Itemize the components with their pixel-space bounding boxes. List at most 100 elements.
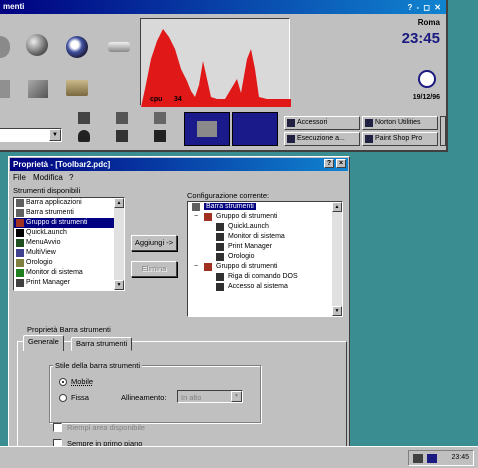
alignment-select[interactable]: In alto ▼ <box>177 390 243 403</box>
remove-button[interactable]: Elimina <box>131 261 177 277</box>
list-item[interactable]: Barra applicazioni <box>14 198 124 208</box>
taskbar-clock[interactable]: 23:45 <box>451 454 469 461</box>
tree-item-label: Riga di comando DOS <box>228 273 298 280</box>
check-icon <box>16 229 24 237</box>
radio-mobile[interactable] <box>59 378 67 386</box>
list-item[interactable]: Gruppo di strumenti <box>14 218 124 228</box>
dialog-title: Proprietà - [Toolbar2.pdc] <box>13 160 111 169</box>
list-item-label: Barra strumenti <box>26 209 74 216</box>
keyboard-icon[interactable] <box>116 130 128 142</box>
cpu-usage-area <box>141 29 291 107</box>
desktop-preview-2[interactable] <box>232 112 278 146</box>
system-tray: 23:45 <box>408 450 474 466</box>
joystick-icon[interactable] <box>154 112 166 124</box>
tree-item[interactable]: Print Manager <box>188 242 342 252</box>
dock-button-norton[interactable]: Norton Utilities <box>362 116 438 130</box>
dock-scroll-arrows[interactable] <box>440 116 446 146</box>
scroll-up-icon[interactable]: ▲ <box>332 202 342 212</box>
tree-item[interactable]: − Gruppo di strumenti <box>188 262 342 272</box>
tab-generale[interactable]: Generale <box>23 335 64 351</box>
book-icon[interactable] <box>154 130 166 142</box>
list-item-label: Monitor di sistema <box>26 269 83 276</box>
add-button[interactable]: Aggiungi -> <box>131 235 177 251</box>
scroll-down-icon[interactable]: ▼ <box>114 280 124 290</box>
printer-icon[interactable] <box>78 112 90 124</box>
list-item[interactable]: Barra strumenti <box>14 208 124 218</box>
globe-icon[interactable] <box>26 34 48 56</box>
toolbar-dropdown[interactable]: ▼ <box>0 128 62 142</box>
dock-button-accessori[interactable]: Accessori <box>284 116 360 130</box>
current-config-tree[interactable]: Barra strumenti − Gruppo di strumenti Quick… <box>187 201 343 317</box>
list-item[interactable]: Monitor di sistema <box>14 268 124 278</box>
menu-file[interactable]: File <box>13 173 26 182</box>
tool-icon <box>216 273 224 281</box>
app-icon-box[interactable] <box>0 80 10 98</box>
list-item[interactable]: Print Manager <box>14 278 124 288</box>
clock-city: Roma <box>417 18 440 27</box>
toolbar-title-bar[interactable]: menti ? - ◻ ✕ <box>0 0 446 14</box>
tree-item[interactable]: Riga di comando DOS <box>188 272 342 282</box>
help-button[interactable]: ? <box>324 159 334 168</box>
tree-item[interactable]: Orologio <box>188 252 342 262</box>
available-tools-list[interactable]: Barra applicazioni Barra strumenti Gruppo … <box>13 197 125 291</box>
scroll-down-icon[interactable]: ▼ <box>332 306 342 316</box>
tab-barra-strumenti[interactable]: Barra strumenti <box>71 337 133 351</box>
properties-section-label: Proprietà Barra strumenti <box>27 325 111 334</box>
bell-icon[interactable] <box>78 130 90 142</box>
briefcase-icon[interactable] <box>66 80 88 96</box>
network-tray-icon[interactable] <box>413 454 423 463</box>
list-item[interactable]: MenuAvvio <box>14 238 124 248</box>
tool-icon <box>216 283 224 291</box>
scroll-up-icon[interactable]: ▲ <box>114 198 124 208</box>
chevron-down-icon[interactable]: ▼ <box>231 391 242 402</box>
cpu-value: 34 <box>174 96 182 103</box>
scrollbar[interactable]: ▲ ▼ <box>114 198 124 290</box>
monitor-tray-icon[interactable] <box>427 454 437 463</box>
tree-item[interactable]: − Gruppo di strumenti <box>188 212 342 222</box>
scrollbar[interactable]: ▲ ▼ <box>332 202 342 316</box>
drive-icon[interactable] <box>108 42 130 52</box>
check-riempi-label[interactable]: Riempi area disponibile <box>67 423 145 432</box>
available-tools-label: Strumenti disponibili <box>13 186 81 195</box>
list-item-label: Print Manager <box>26 279 70 286</box>
toolbar-window: menti ? - ◻ ✕ cpu 34 Roma 23:45 19/12/96… <box>0 0 448 152</box>
collapse-toggle-icon[interactable]: − <box>194 212 198 222</box>
tree-item[interactable]: Monitor di sistema <box>188 232 342 242</box>
check-riempi[interactable] <box>53 423 62 432</box>
monitor-icon <box>16 269 24 277</box>
network-icon[interactable] <box>28 80 48 98</box>
clock-time: 23:45 <box>401 30 440 47</box>
list-item[interactable]: Orologio <box>14 258 124 268</box>
alignment-value: In alto <box>181 393 202 402</box>
close-button[interactable]: × <box>336 159 346 168</box>
current-config-label: Configurazione corrente: <box>187 191 270 200</box>
tool-icon <box>216 243 224 251</box>
chevron-down-icon[interactable]: ▼ <box>49 129 61 141</box>
toolbar-window-title: menti <box>3 2 25 11</box>
desktop-preview-1[interactable] <box>184 112 230 146</box>
radio-fissa[interactable] <box>59 394 67 402</box>
list-item[interactable]: MultiView <box>14 248 124 258</box>
menu-help[interactable]: ? <box>69 173 73 182</box>
bar-icon <box>16 199 24 207</box>
dialog-title-bar[interactable]: Proprietà - [Toolbar2.pdc] <box>10 158 348 171</box>
tree-item[interactable]: Accesso al sistema <box>188 282 342 292</box>
tree-item[interactable]: Barra strumenti <box>188 202 342 212</box>
dock-button-paintshop[interactable]: Paint Shop Pro <box>362 132 438 146</box>
app-icon-sphere[interactable] <box>0 36 10 58</box>
dock-button-esecuzione[interactable]: Esecuzione a... <box>284 132 360 146</box>
tool-icon <box>216 223 224 231</box>
radio-mobile-label[interactable]: Mobile <box>71 377 93 386</box>
menu-modifica[interactable]: Modifica <box>33 173 63 182</box>
cpu-monitor-graph <box>140 18 291 107</box>
folder-icon <box>365 119 373 127</box>
group-icon <box>16 219 24 227</box>
phone-icon[interactable] <box>116 112 128 124</box>
window-controls[interactable]: ? - ◻ ✕ <box>407 1 442 15</box>
list-item-label: Orologio <box>26 259 53 266</box>
radio-fissa-label[interactable]: Fissa <box>71 393 89 402</box>
tree-item[interactable]: QuickLaunch <box>188 222 342 232</box>
collapse-toggle-icon[interactable]: − <box>194 262 198 272</box>
magnifier-icon[interactable] <box>66 36 88 58</box>
list-item[interactable]: QuickLaunch <box>14 228 124 238</box>
